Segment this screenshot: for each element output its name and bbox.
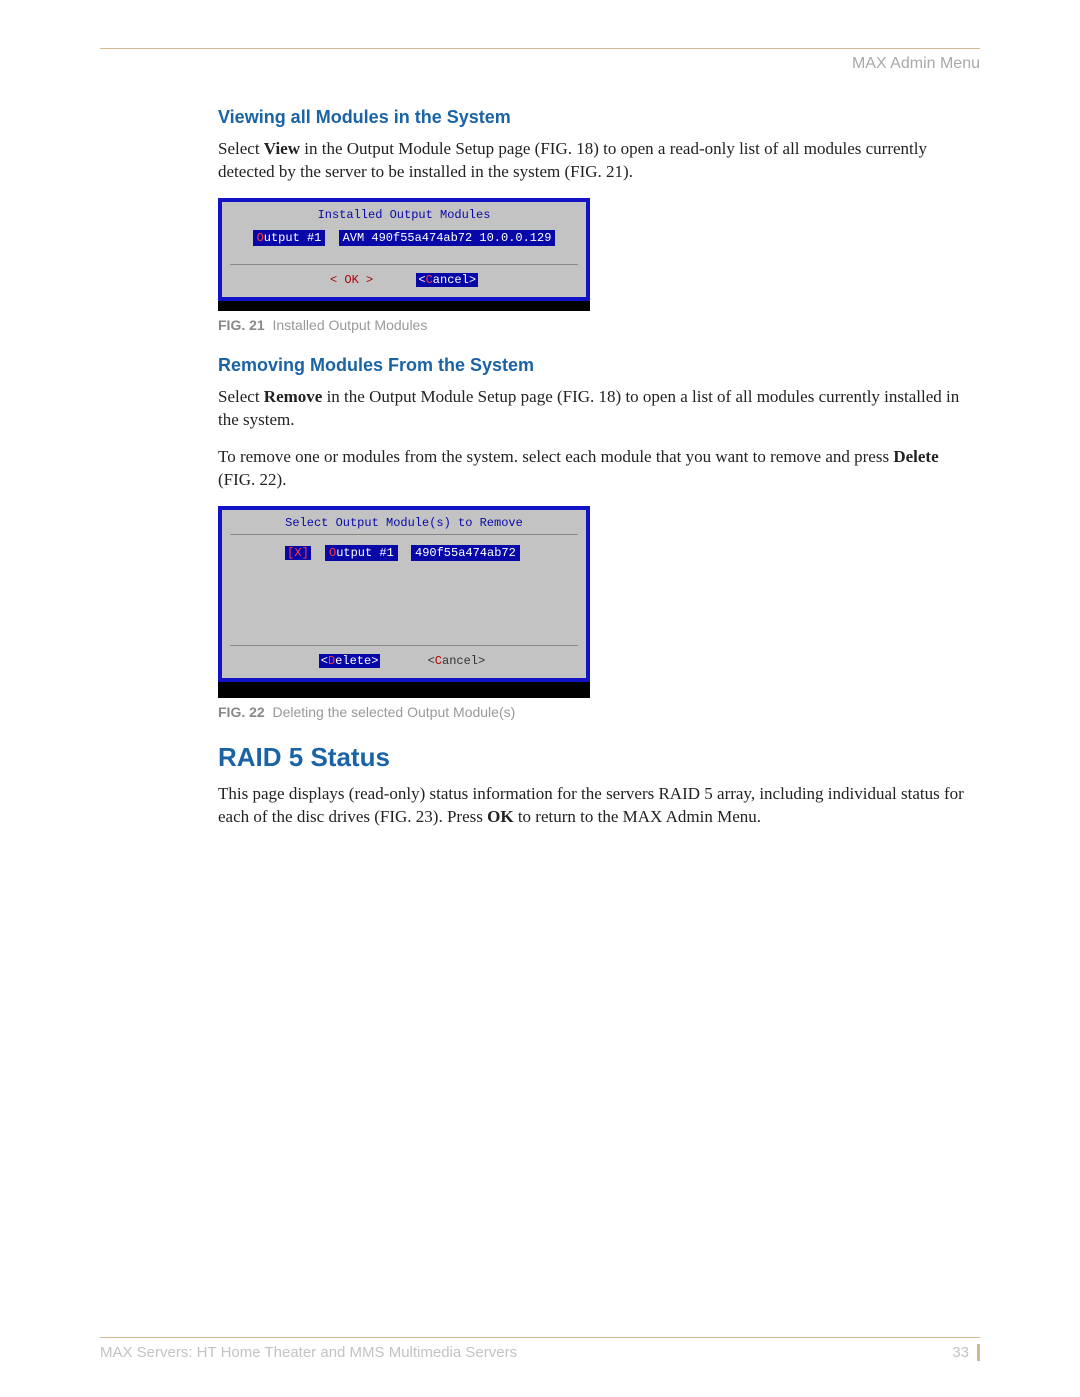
label: ancel [442, 654, 478, 668]
para-raid5: This page displays (read-only) status in… [218, 783, 980, 829]
fig21-title: Installed Output Modules [230, 208, 578, 222]
footer: MAX Servers: HT Home Theater and MMS Mul… [100, 1337, 980, 1361]
footer-rule [100, 1337, 980, 1338]
header-section-label: MAX Admin Menu [100, 55, 980, 73]
figure-21: Installed Output Modules Output #1 AVM 4… [218, 198, 590, 301]
fig21-caption-text: Installed Output Modules [272, 317, 427, 333]
fig22-caption-label: FIG. 22 [218, 704, 265, 720]
text: To remove one or modules from the system… [218, 447, 893, 466]
figure-22: Select Output Module(s) to Remove [X] Ou… [218, 506, 590, 682]
label: utput #1 [264, 231, 322, 245]
hotkey: C [426, 273, 433, 287]
fig22-buttons: <Delete> <Cancel> [230, 645, 578, 668]
cancel-button[interactable]: <Cancel> [416, 273, 478, 287]
page: MAX Admin Menu Viewing all Modules in th… [0, 0, 1080, 1397]
fig21-output-chip: Output #1 [253, 230, 326, 246]
fig22-row: [X] Output #1 490f55a474ab72 [230, 545, 578, 561]
text: in the Output Module Setup page (FIG. 18… [218, 139, 927, 181]
fig21-row: Output #1 AVM 490f55a474ab72 10.0.0.129 [230, 230, 578, 246]
fig21-buttons: < OK > <Cancel> [230, 264, 578, 287]
hotkey: C [435, 654, 442, 668]
fig22-caption-text: Deleting the selected Output Module(s) [272, 704, 515, 720]
heading-removing: Removing Modules From the System [218, 355, 980, 376]
label: ancel [433, 273, 469, 287]
fig21-module-chip: AVM 490f55a474ab72 10.0.0.129 [339, 230, 556, 246]
fig21-panel: Installed Output Modules Output #1 AVM 4… [222, 202, 586, 297]
text: (FIG. 22). [218, 470, 286, 489]
para-removing-1: Select Remove in the Output Module Setup… [218, 386, 980, 432]
bold-remove: Remove [264, 387, 323, 406]
bold-ok: OK [487, 807, 513, 826]
fig22-panel: Select Output Module(s) to Remove [X] Ou… [222, 510, 586, 678]
label: elete [335, 654, 371, 668]
bold-delete: Delete [893, 447, 938, 466]
fig21-caption-label: FIG. 21 [218, 317, 265, 333]
footer-left: MAX Servers: HT Home Theater and MMS Mul… [100, 1344, 517, 1361]
fig22-checkbox[interactable]: [X] [285, 546, 311, 560]
footer-row: MAX Servers: HT Home Theater and MMS Mul… [100, 1344, 980, 1361]
para-viewing: Select View in the Output Module Setup p… [218, 138, 980, 184]
text: to return to the MAX Admin Menu. [514, 807, 761, 826]
label: utput #1 [336, 546, 394, 560]
hotkey: O [257, 231, 264, 245]
cancel-button[interactable]: <Cancel> [428, 654, 486, 668]
fig22-caption: FIG. 22 Deleting the selected Output Mod… [218, 704, 980, 720]
para-removing-2: To remove one or modules from the system… [218, 446, 980, 492]
page-number: 33 [952, 1344, 980, 1361]
fig21-shadow [218, 301, 590, 311]
fig22-title: Select Output Module(s) to Remove [230, 516, 578, 535]
fig22-module-chip: 490f55a474ab72 [411, 545, 520, 561]
text: in the Output Module Setup page (FIG. 18… [218, 387, 959, 429]
bold-view: View [264, 139, 300, 158]
text: Select [218, 139, 264, 158]
text: Select [218, 387, 264, 406]
delete-button[interactable]: <Delete> [319, 654, 381, 668]
heading-raid5: RAID 5 Status [218, 742, 980, 773]
fig21-caption: FIG. 21 Installed Output Modules [218, 317, 980, 333]
fig22-shadow [218, 682, 590, 698]
ok-button[interactable]: < OK > [330, 273, 373, 287]
fig22-output-chip: Output #1 [325, 545, 398, 561]
header-rule [100, 48, 980, 49]
content-column: Viewing all Modules in the System Select… [218, 107, 980, 829]
heading-viewing: Viewing all Modules in the System [218, 107, 980, 128]
